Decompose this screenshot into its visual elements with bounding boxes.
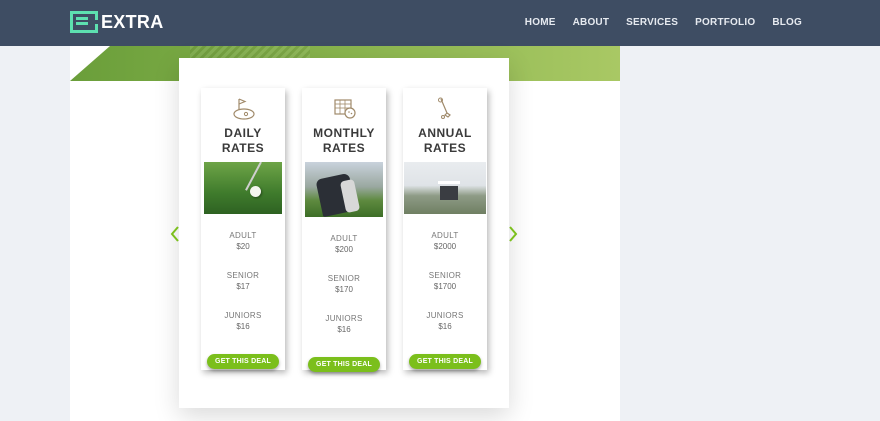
get-deal-button-daily[interactable]: GET THIS DEAL xyxy=(207,354,279,369)
slider-prev-arrow[interactable] xyxy=(170,225,180,243)
card-photo-golf-cart xyxy=(404,162,486,214)
golf-flag-icon xyxy=(233,98,255,120)
rate-price: $200 xyxy=(335,245,353,254)
card-title-line: ANNUAL xyxy=(418,126,472,140)
rate-price: $1700 xyxy=(433,282,457,291)
card-photo-golf-ball xyxy=(204,162,282,214)
card-title-line: RATES xyxy=(423,141,467,155)
card-title: ANNUAL RATES xyxy=(403,126,487,156)
logo-text: EXTRA xyxy=(101,11,164,32)
rate-price: $16 xyxy=(337,325,351,334)
chevron-left-icon xyxy=(170,226,179,242)
rate-label: SENIOR xyxy=(226,271,260,280)
card-title-line: RATES xyxy=(322,141,366,155)
main-menu: HOME ABOUT SERVICES PORTFOLIO BLOG xyxy=(525,17,802,28)
rate-label: ADULT xyxy=(330,234,358,243)
card-photo-golf-bag xyxy=(305,162,383,217)
rate-price: $20 xyxy=(236,242,250,251)
get-deal-button-monthly[interactable]: GET THIS DEAL xyxy=(308,357,380,372)
card-title: DAILY RATES xyxy=(221,126,265,155)
site-logo[interactable]: EXTRA xyxy=(70,11,164,33)
rate-list: ADULT $200 SENIOR $170 JUNIORS $16 xyxy=(302,217,386,336)
rate-label: JUNIORS xyxy=(325,314,363,323)
rate-price: $16 xyxy=(236,322,250,331)
rate-label: JUNIORS xyxy=(426,311,464,320)
slider-next-arrow[interactable] xyxy=(508,225,518,243)
rate-label: ADULT xyxy=(229,231,257,240)
rate-list: ADULT $2000 SENIOR $1700 JUNIORS $16 xyxy=(403,214,487,333)
pricing-card-daily: DAILY RATES ADULT $20 SENIOR $17 JUNIORS… xyxy=(201,88,285,370)
rate-label: ADULT xyxy=(431,231,459,240)
logo-mark-icon xyxy=(70,11,98,33)
nav-about[interactable]: ABOUT xyxy=(573,17,610,28)
chevron-right-icon xyxy=(509,226,518,242)
rate-list: ADULT $20 SENIOR $17 JUNIORS $16 xyxy=(201,214,285,333)
nav-portfolio[interactable]: PORTFOLIO xyxy=(695,17,755,28)
pricing-card-annual: ANNUAL RATES ADULT $2000 SENIOR $1700 JU… xyxy=(403,88,487,370)
rate-label: SENIOR xyxy=(327,274,361,283)
rate-price: $170 xyxy=(335,285,353,294)
card-title-line: MONTHLY xyxy=(313,126,375,140)
golf-basket-icon xyxy=(334,99,356,119)
golf-club-icon xyxy=(438,97,451,119)
rate-price: $17 xyxy=(236,282,250,291)
top-navigation-bar: EXTRA HOME ABOUT SERVICES PORTFOLIO BLOG xyxy=(0,0,880,46)
pricing-card-monthly: MONTHLY RATES ADULT $200 SENIOR $170 JUN… xyxy=(302,88,386,372)
nav-blog[interactable]: BLOG xyxy=(772,17,802,28)
nav-home[interactable]: HOME xyxy=(525,17,556,28)
nav-services[interactable]: SERVICES xyxy=(626,17,678,28)
rate-price: $16 xyxy=(438,322,452,331)
rate-label: JUNIORS xyxy=(224,311,262,320)
rate-price: $2000 xyxy=(433,242,457,251)
get-deal-button-annual[interactable]: GET THIS DEAL xyxy=(409,354,481,369)
card-title: MONTHLY RATES xyxy=(302,126,386,156)
rate-label: SENIOR xyxy=(428,271,462,280)
